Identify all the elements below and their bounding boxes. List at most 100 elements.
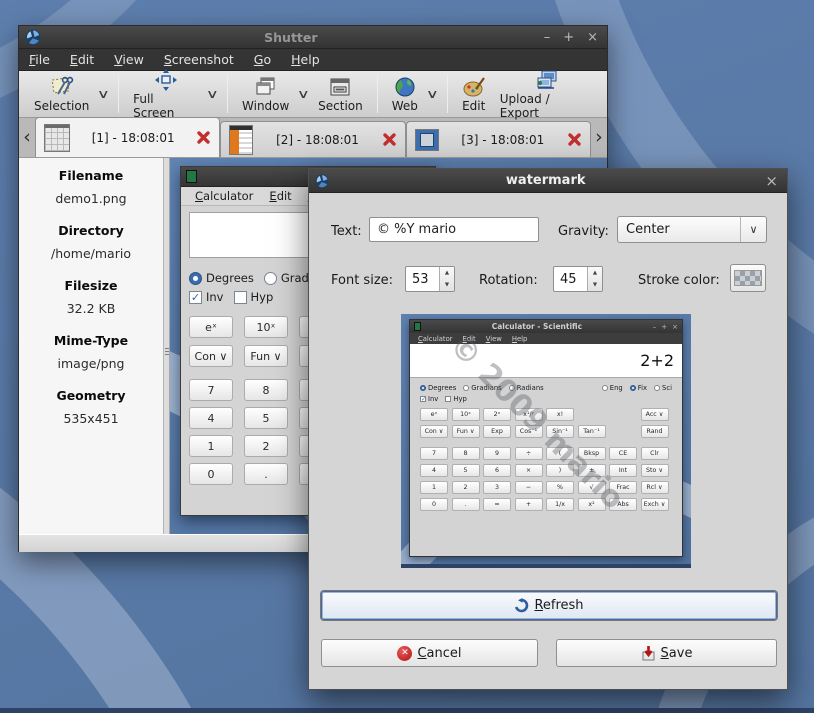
tab-screenshot-1[interactable]: [1] - 18:08:01 [35, 117, 220, 157]
tab-close-icon[interactable] [567, 132, 582, 147]
preview-key: % [546, 481, 574, 494]
preview-key: = [483, 498, 511, 511]
preview-key: eˣ [420, 408, 448, 421]
minimize-button[interactable]: – [544, 30, 551, 45]
calculator-app-icon [186, 170, 197, 183]
watermark-text-input[interactable]: © %Y mario [369, 217, 539, 242]
spin-down-icon[interactable]: ▼ [440, 279, 454, 291]
preview-key: × [515, 464, 543, 477]
checkbox-hyp: Hyp [234, 290, 274, 304]
preview-calc-titlebar: Calculator - Scientific – + × [410, 320, 682, 333]
toolbar-separator [118, 75, 119, 113]
selection-button[interactable]: Selection [27, 74, 96, 115]
preview-key: 1 [420, 481, 448, 494]
window-button[interactable]: Window [235, 74, 296, 115]
font-size-label: Font size: [331, 273, 393, 288]
shutter-logo-icon [25, 29, 41, 45]
chevron-down-icon: ∨ [740, 217, 766, 242]
fullscreen-button[interactable]: Full Screen [126, 67, 205, 122]
spin-up-icon[interactable]: ▲ [440, 267, 454, 279]
cancel-button[interactable]: ✕ Cancel [321, 639, 538, 667]
transparency-checker-icon [734, 270, 762, 286]
menu-item[interactable]: Help [281, 52, 330, 67]
menu-item: Help [507, 335, 533, 343]
shutter-titlebar[interactable]: Shutter – + × [19, 26, 607, 49]
preview-key: 9 [483, 447, 511, 460]
radio-degrees: Degrees [420, 384, 456, 392]
menu-item[interactable]: Go [244, 52, 281, 67]
selection-icon [50, 76, 74, 98]
tab-close-icon[interactable] [382, 132, 397, 147]
window-icon [254, 76, 278, 98]
save-button[interactable]: Save [556, 639, 777, 667]
toolbar-separator [377, 75, 378, 113]
minimize-glyph: – [653, 323, 657, 331]
rotation-stepper[interactable]: 45 ▲ ▼ [553, 266, 603, 292]
preview-key: 6 [483, 464, 511, 477]
stroke-color-label: Stroke color: [638, 273, 720, 288]
menu-item[interactable]: Edit [60, 52, 104, 67]
screenshot-calc-key: Fun ∨ [244, 345, 288, 367]
preview-calc-display: 2+2 [410, 344, 682, 378]
radio-sci: Sci [654, 384, 672, 392]
stroke-color-button[interactable] [730, 264, 766, 292]
preview-key: Rcl ∨ [641, 481, 669, 494]
preview-key: 1/x [546, 498, 574, 511]
menu-item[interactable]: File [19, 52, 60, 67]
preview-key: x¹/ʸ [515, 408, 543, 421]
splitter-grip-icon [165, 346, 169, 357]
section-button[interactable]: Section [311, 74, 370, 115]
preview-key: ± [578, 464, 606, 477]
menu-item: Calculator [187, 189, 261, 203]
preview-key: 7 [420, 447, 448, 460]
selection-dropdown-chevron[interactable]: ∨ [93, 87, 115, 101]
dialog-close-button[interactable]: × [765, 172, 778, 190]
close-glyph: × [672, 323, 678, 331]
tabs-scroll-right-icon[interactable]: › [591, 117, 607, 157]
refresh-button[interactable]: Refresh [321, 591, 777, 620]
metadata-entry: Mime-Type image/png [19, 333, 163, 371]
session-tabbar: ‹ [1] - 18:08:01 [2] - 18:08:01 [3] - 18… [19, 118, 607, 158]
maximize-button[interactable]: + [563, 30, 574, 45]
spin-down-icon[interactable]: ▼ [588, 279, 602, 291]
window-dropdown-chevron[interactable]: ∨ [293, 87, 315, 101]
preview-key: − [515, 481, 543, 494]
spin-up-icon[interactable]: ▲ [588, 267, 602, 279]
preview-key: 0 [420, 498, 448, 511]
desktop: Shutter – + × FileEditViewScreenshotGoHe… [0, 0, 814, 713]
screenshot-calc-key: 7 [189, 379, 233, 401]
preview-calc-title: Calculator - Scientific [425, 322, 649, 331]
tab-screenshot-3[interactable]: [3] - 18:08:01 [406, 121, 591, 157]
shutter-logo-icon [315, 174, 329, 188]
screenshot-calc-key: . [244, 463, 288, 485]
preview-key: x² [578, 498, 606, 511]
preview-key: Fun ∨ [452, 425, 480, 438]
fullscreen-dropdown-chevron[interactable]: ∨ [202, 87, 224, 101]
edit-button[interactable]: Edit [455, 74, 493, 115]
menu-item[interactable]: Screenshot [154, 52, 244, 67]
preview-key: ( [546, 447, 574, 460]
image-thumbnail [415, 129, 439, 151]
gravity-label: Gravity: [558, 224, 609, 239]
preview-key: Bksp [578, 447, 606, 460]
dialog-title: watermark [335, 173, 756, 188]
font-size-stepper[interactable]: 53 ▲ ▼ [405, 266, 455, 292]
menu-item[interactable]: View [104, 52, 154, 67]
upload-export-button[interactable]: Upload / Export [493, 67, 599, 122]
web-globe-icon [393, 76, 417, 98]
preview-calculator-window: Calculator - Scientific – + × Calculator… [409, 319, 683, 557]
radio-eng: Eng [602, 384, 623, 392]
radio-degrees: Degrees [189, 271, 254, 285]
preview-key: Sin⁻¹ [546, 425, 574, 438]
gravity-select[interactable]: Center ∨ [617, 216, 767, 243]
web-dropdown-chevron[interactable]: ∨ [421, 87, 443, 101]
dialog-titlebar[interactable]: watermark × [309, 169, 787, 193]
screenshot-calc-key: Con ∨ [189, 345, 233, 367]
tabs-scroll-left-icon[interactable]: ‹ [19, 117, 35, 157]
close-button[interactable]: × [587, 30, 598, 45]
screenshot-calc-key: 4 [189, 407, 233, 429]
tab-screenshot-2[interactable]: [2] - 18:08:01 [220, 121, 405, 157]
web-button[interactable]: Web [385, 74, 425, 115]
preview-key: Exp [483, 425, 511, 438]
tab-close-icon[interactable] [196, 130, 211, 145]
